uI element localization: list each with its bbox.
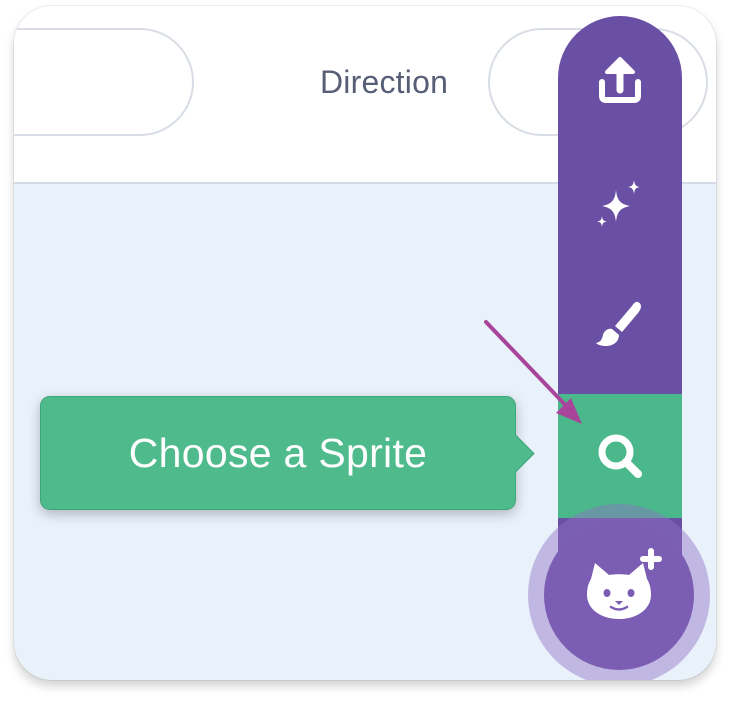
sprite-pane: Direction Choose a Sprite bbox=[14, 6, 716, 680]
tooltip-text: Choose a Sprite bbox=[128, 429, 428, 476]
annotation-arrow bbox=[484, 320, 582, 424]
